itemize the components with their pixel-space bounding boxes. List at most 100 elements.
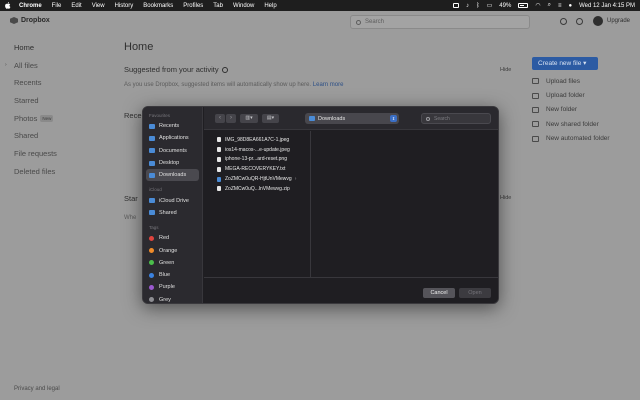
create-new-file-button[interactable]: Create new file ▾: [532, 57, 598, 70]
bell-icon[interactable]: [575, 17, 583, 25]
siri-icon[interactable]: ●: [568, 3, 572, 9]
sidebar-item-file-requests[interactable]: File requests: [0, 145, 110, 163]
sidebar-item-home[interactable]: Home: [0, 39, 110, 57]
column-view-button[interactable]: ▥▾: [240, 114, 258, 123]
search-icon[interactable]: ⌕: [548, 2, 551, 9]
dialog-sidebar-recents[interactable]: Recents: [143, 120, 202, 132]
dialog-sidebar-icloud-drive[interactable]: iCloud Drive: [143, 194, 202, 206]
tag-blue[interactable]: Blue: [143, 269, 202, 281]
menu-window[interactable]: Window: [233, 3, 254, 9]
file-row[interactable]: MEGA-RECOVERYKEY.txt: [204, 164, 310, 174]
sidebar-item-recents[interactable]: Recents: [0, 74, 110, 92]
sidebar-item-all-files[interactable]: › All files: [0, 57, 110, 75]
sidebar-item-shared[interactable]: Shared: [0, 127, 110, 145]
tag-red[interactable]: Red: [143, 232, 202, 244]
privacy-link[interactable]: Privacy and legal: [14, 386, 60, 392]
suggested-description: As you use Dropbox, suggested items will…: [124, 82, 343, 88]
tag-green[interactable]: Green: [143, 257, 202, 269]
menu-help[interactable]: Help: [264, 3, 276, 9]
folder-row[interactable]: ZoZMCw0uQR-HjtUnVMewvg ›: [204, 174, 310, 184]
sidebar-item-label: Deleted files: [14, 166, 56, 176]
mirror-icon[interactable]: ▭: [487, 2, 493, 9]
shared-folder-icon: [532, 121, 539, 128]
document-icon: [149, 148, 155, 154]
location-select[interactable]: Downloads ⇕: [305, 113, 399, 124]
menu-profiles[interactable]: Profiles: [183, 3, 203, 9]
help-icon[interactable]: [559, 17, 567, 25]
tag-purple[interactable]: Purple: [143, 281, 202, 293]
starred-heading: Star: [124, 194, 138, 203]
upgrade-link[interactable]: Upgrade: [607, 18, 630, 24]
folder-icon: [217, 176, 221, 182]
menu-file[interactable]: File: [52, 3, 62, 9]
control-center-icon[interactable]: ≡: [558, 3, 562, 9]
dialog-sidebar-applications[interactable]: Applications: [143, 132, 202, 144]
forward-button[interactable]: ›: [226, 114, 236, 123]
sidebar-item-photos[interactable]: Photos New: [0, 110, 110, 128]
dropbox-logo[interactable]: Dropbox: [10, 17, 50, 24]
upload-folder-action[interactable]: Upload folder: [532, 88, 610, 102]
dropbox-icon: [10, 17, 18, 24]
screen-icon[interactable]: [453, 3, 460, 8]
menu-app-name[interactable]: Chrome: [19, 3, 42, 9]
clock[interactable]: Wed 12 Jan 4:15 PM: [579, 3, 635, 9]
tag-grey[interactable]: Grey: [143, 294, 202, 303]
wifi-icon[interactable]: ◠: [535, 2, 540, 9]
menu-view[interactable]: View: [92, 3, 105, 9]
recents-heading: Rece: [124, 111, 142, 120]
zip-file-icon: [217, 186, 221, 192]
new-shared-folder-action[interactable]: New shared folder: [532, 117, 610, 131]
dialog-sidebar-shared[interactable]: Shared: [143, 207, 202, 219]
menu-history[interactable]: History: [115, 3, 134, 9]
tags-section-label: Tags: [149, 225, 159, 231]
tag-orange[interactable]: Orange: [143, 244, 202, 256]
upload-files-action[interactable]: Upload files: [532, 74, 610, 88]
new-automated-folder-action[interactable]: New automated folder: [532, 132, 610, 146]
page-title: Home: [124, 41, 154, 53]
open-button[interactable]: Open: [459, 288, 491, 298]
sidebar-item-starred[interactable]: Starred: [0, 92, 110, 110]
location-label: Downloads: [318, 115, 346, 122]
dialog-search-input[interactable]: Search: [421, 113, 491, 124]
search-input[interactable]: Search: [350, 15, 530, 29]
file-name: IMG_98D8EA661A7C-1.jpeg: [225, 136, 290, 143]
file-name: ZoZMCw0uQ...lnVMewvg.zip: [225, 185, 290, 192]
bluetooth-icon[interactable]: ᛒ: [476, 3, 480, 9]
sidebar-item-deleted-files[interactable]: Deleted files: [0, 163, 110, 181]
tag-dot-icon: [149, 272, 154, 278]
tag-dot-icon: [149, 297, 154, 303]
info-icon[interactable]: [221, 67, 228, 74]
file-row[interactable]: ZoZMCw0uQ...lnVMewvg.zip: [204, 184, 310, 194]
menu-tab[interactable]: Tab: [213, 3, 223, 9]
menu-bookmarks[interactable]: Bookmarks: [143, 3, 173, 9]
dialog-sidebar-desktop[interactable]: Desktop: [143, 157, 202, 169]
group-button[interactable]: ▤▾: [262, 114, 279, 123]
cancel-button[interactable]: Cancel: [423, 288, 455, 298]
sidebar-item-label: Applications: [159, 135, 189, 142]
hide-suggested-button[interactable]: Hide: [500, 67, 511, 73]
menu-edit[interactable]: Edit: [71, 3, 81, 9]
tag-label: Green: [159, 259, 175, 266]
dialog-sidebar-documents[interactable]: Documents: [143, 145, 202, 157]
music-icon[interactable]: ♪: [466, 3, 469, 9]
logo-text: Dropbox: [21, 17, 50, 24]
back-button[interactable]: ‹: [215, 114, 225, 123]
hide-starred-button[interactable]: Hide: [500, 195, 511, 201]
file-row[interactable]: ios14-macos-...e-update.jpeg: [204, 145, 310, 155]
image-file-icon: [217, 156, 221, 162]
battery-icon[interactable]: [518, 3, 529, 8]
sidebar-item-label: Starred: [14, 96, 39, 106]
new-folder-action[interactable]: New folder: [532, 103, 610, 117]
battery-percent[interactable]: 49%: [499, 3, 511, 9]
sidebar-item-label: All files: [14, 60, 38, 70]
apple-icon[interactable]: [5, 2, 11, 9]
sidebar-item-label: Downloads: [159, 172, 187, 179]
tag-dot-icon: [149, 248, 154, 254]
avatar[interactable]: [592, 16, 603, 26]
sidebar-item-label: iCloud Drive: [159, 197, 189, 204]
file-row[interactable]: iphone-13-pr...ard-reset.png: [204, 155, 310, 165]
dialog-sidebar-downloads[interactable]: Downloads: [146, 169, 199, 182]
learn-more-link[interactable]: Learn more: [313, 82, 344, 88]
file-row[interactable]: IMG_98D8EA661A7C-1.jpeg: [204, 135, 310, 145]
sidebar-item-label: Shared: [159, 209, 177, 216]
